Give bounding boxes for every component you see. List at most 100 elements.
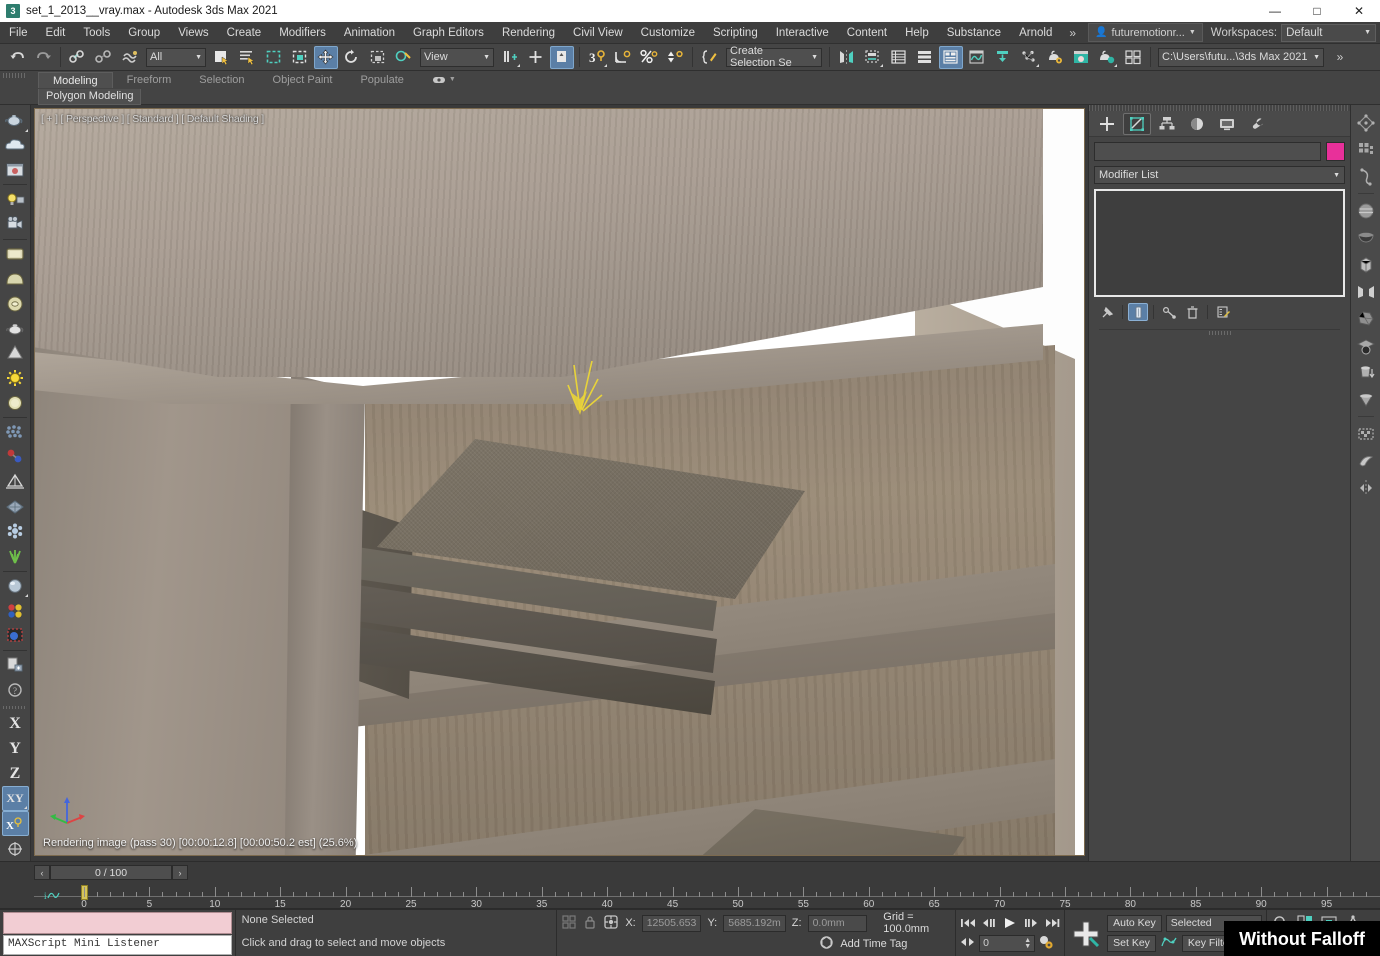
3d-snap-toggle-button[interactable]: 3 <box>585 46 609 69</box>
ribbon-tab-modeling[interactable]: Modeling <box>38 72 113 88</box>
material-sphere-icon[interactable] <box>2 573 29 598</box>
hemisphere-icon[interactable] <box>1353 224 1379 251</box>
render-setup-button[interactable] <box>1043 46 1067 69</box>
add-time-tag-button[interactable]: Add Time Tag <box>840 938 907 950</box>
cloud-environment-icon[interactable] <box>2 133 29 158</box>
menu-customize[interactable]: Customize <box>632 22 704 44</box>
select-and-manipulate-button[interactable] <box>550 45 574 69</box>
next-frame-button[interactable]: › <box>172 865 188 880</box>
next-frame-button[interactable] <box>1021 914 1041 933</box>
function-curve-icon[interactable]: i <box>44 889 60 901</box>
paint-deform-icon[interactable] <box>1353 447 1379 474</box>
selection-lock-icon[interactable] <box>583 914 597 933</box>
mirror-geometry-icon[interactable] <box>1353 278 1379 305</box>
checker-select-icon[interactable] <box>1353 420 1379 447</box>
add-object-icon[interactable] <box>2 653 29 678</box>
ribbon-grip[interactable] <box>3 73 27 78</box>
sphere-icon[interactable] <box>2 390 29 415</box>
close-button[interactable]: ✕ <box>1338 0 1380 22</box>
create-tab[interactable] <box>1093 113 1121 135</box>
scatter-array-icon[interactable] <box>2 420 29 445</box>
listener-input-field[interactable]: MAXScript Mini Listener <box>3 935 232 955</box>
remove-modifier-button[interactable] <box>1182 303 1202 321</box>
subdivide-icon[interactable] <box>1353 136 1379 163</box>
use-selection-center-button[interactable] <box>524 46 548 69</box>
absolute-mode-transform-icon[interactable] <box>603 914 619 933</box>
extrude-icon[interactable] <box>1353 359 1379 386</box>
spinner-arrows-icon[interactable]: ▲ ▼ <box>1024 937 1031 950</box>
selection-filter-combo[interactable]: All ▼ <box>146 47 206 67</box>
time-tag-icon[interactable] <box>819 935 834 953</box>
render-preview-icon[interactable] <box>2 158 29 183</box>
ribbon-tab-populate[interactable]: Populate <box>346 72 417 88</box>
rock-generator-icon[interactable] <box>1353 305 1379 332</box>
reference-coordinate-system-combo[interactable]: View ▼ <box>420 47 494 67</box>
isolate-selection-icon[interactable] <box>561 914 577 933</box>
menu-edit[interactable]: Edit <box>37 22 75 44</box>
material-editor-button[interactable] <box>1121 46 1145 69</box>
maximize-button[interactable]: □ <box>1296 0 1338 22</box>
default-in-out-tangents-icon[interactable] <box>1160 934 1178 953</box>
object-name-field[interactable] <box>1094 142 1321 161</box>
menu-civil-view[interactable]: Civil View <box>564 22 632 44</box>
menu-help[interactable]: Help <box>896 22 938 44</box>
auto-key-button[interactable]: Auto Key <box>1107 914 1162 932</box>
y-field[interactable]: 5685.192m <box>723 914 786 932</box>
project-folder-combo[interactable]: C:\Users\futu...\3ds Max 2021 ▼ <box>1158 47 1324 67</box>
modify-tab[interactable] <box>1123 112 1151 135</box>
window-crossing-button[interactable] <box>288 46 312 69</box>
edit-named-selection-sets-button[interactable] <box>698 46 722 69</box>
hierarchy-tab[interactable] <box>1153 113 1181 135</box>
menu-content[interactable]: Content <box>838 22 896 44</box>
unlink-selection-button[interactable] <box>92 46 116 69</box>
render-production-button[interactable] <box>1095 46 1119 69</box>
molecule-icon[interactable] <box>2 445 29 470</box>
snowflake-icon[interactable] <box>2 519 29 544</box>
axis-constraint-z-button[interactable]: Z <box>2 762 29 787</box>
toggle-scene-explorer-button[interactable] <box>939 45 963 69</box>
user-account-button[interactable]: 👤 futuremotionr... ▼ <box>1088 23 1203 42</box>
teapot-helper-icon[interactable] <box>2 108 29 133</box>
teapot-icon[interactable] <box>2 316 29 341</box>
menu-overflow-chevron-icon[interactable]: » <box>1061 26 1084 40</box>
axis-constraint-x-button[interactable]: X <box>2 712 29 737</box>
select-object-button[interactable] <box>210 46 234 69</box>
sun-light-icon[interactable] <box>2 366 29 391</box>
axis-constraint-xy-alt-button[interactable]: X <box>1 811 29 837</box>
display-tab[interactable] <box>1213 113 1241 135</box>
menu-animation[interactable]: Animation <box>335 22 404 44</box>
camera-icon[interactable] <box>2 212 29 237</box>
named-selection-sets-combo[interactable]: Create Selection Se ▼ <box>726 45 822 69</box>
ribbon-tab-freeform[interactable]: Freeform <box>113 72 186 88</box>
perspective-viewport[interactable]: [ + ] [ Perspective ] [ Standard ] [ Def… <box>34 108 1085 856</box>
select-and-scale-button[interactable] <box>366 46 390 69</box>
listener-output-field[interactable] <box>3 912 232 934</box>
percent-snap-toggle-button[interactable] <box>637 46 661 69</box>
particle-view-button[interactable] <box>1017 46 1041 69</box>
previous-frame-button[interactable] <box>979 914 999 933</box>
key-mode-toggle-icon[interactable] <box>960 936 976 951</box>
schematic-view-button[interactable] <box>991 46 1015 69</box>
rectangular-selection-region-button[interactable] <box>262 46 286 69</box>
go-to-end-button[interactable] <box>1042 914 1062 933</box>
menu-file[interactable]: File <box>0 22 37 44</box>
select-by-name-button[interactable] <box>236 46 260 69</box>
ribbon-tab-object-paint[interactable]: Object Paint <box>259 72 347 88</box>
time-configuration-icon[interactable] <box>1038 934 1054 953</box>
cone-flip-icon[interactable] <box>1353 386 1379 413</box>
torus-icon[interactable] <box>2 291 29 316</box>
select-and-move-button[interactable] <box>314 45 338 69</box>
configure-modifier-sets-button[interactable] <box>1213 303 1233 321</box>
mirror-button[interactable] <box>835 46 859 69</box>
set-key-button[interactable]: Set Key <box>1107 934 1156 952</box>
bind-to-space-warp-button[interactable] <box>118 46 142 69</box>
ribbon-tab-selection[interactable]: Selection <box>185 72 258 88</box>
curve-editor-button[interactable] <box>965 46 989 69</box>
swift-loop-icon[interactable] <box>1353 163 1379 190</box>
object-color-swatch[interactable] <box>1326 142 1345 161</box>
color-palette-icon[interactable] <box>2 598 29 623</box>
axis-constraint-y-button[interactable]: Y <box>2 737 29 762</box>
minimize-button[interactable]: — <box>1254 0 1296 22</box>
render-region-icon[interactable] <box>2 623 29 648</box>
box-primitive-icon[interactable] <box>2 242 29 267</box>
